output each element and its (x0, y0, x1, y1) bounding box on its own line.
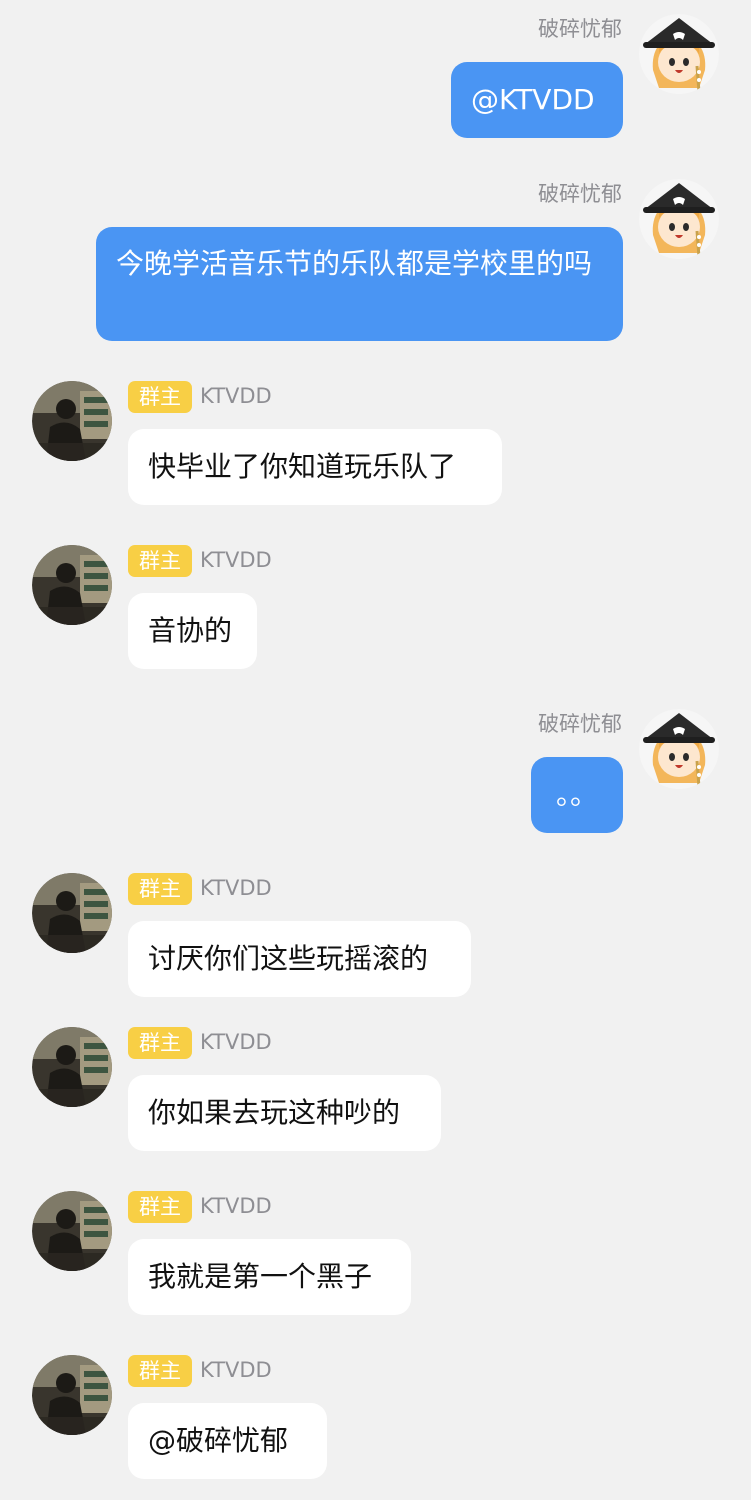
message-bubble[interactable]: @KTVDD (451, 62, 623, 138)
sender-name: KTVDD (200, 1194, 272, 1218)
message-bubble[interactable]: 我就是第一个黑子 (128, 1239, 411, 1315)
group-owner-badge: 群主 (128, 1027, 192, 1059)
message-text: 我就是第一个黑子 (148, 1260, 373, 1293)
photo-avatar[interactable] (32, 1027, 112, 1107)
message-bubble[interactable]: @破碎忧郁 (128, 1403, 327, 1479)
message-bubble[interactable]: 音协的 (128, 593, 257, 669)
group-owner-badge: 群主 (128, 1355, 192, 1387)
sender-name: KTVDD (200, 1030, 272, 1054)
sender-name: KTVDD (200, 384, 272, 408)
sender-name: 破碎忧郁 (538, 17, 622, 41)
message-bubble[interactable]: 。。 (531, 757, 623, 833)
message-text: @破碎忧郁 (148, 1424, 289, 1457)
chat-message-list[interactable]: 破碎忧郁 @KTVDD 破碎忧郁 今晚学活音乐节的乐队都是学校里的吗 群主 KT… (0, 0, 751, 1500)
sender-name: 破碎忧郁 (538, 182, 622, 206)
photo-avatar[interactable] (32, 1191, 112, 1271)
sender-name: 破碎忧郁 (538, 712, 622, 736)
group-owner-badge: 群主 (128, 545, 192, 577)
anime-girl-avatar[interactable] (639, 14, 719, 94)
sender-name: KTVDD (200, 548, 272, 572)
group-owner-badge: 群主 (128, 381, 192, 413)
group-owner-badge: 群主 (128, 873, 192, 905)
sender-name: KTVDD (200, 1358, 272, 1382)
message-text: 你如果去玩这种吵的 (148, 1096, 401, 1129)
message-text: 音协的 (148, 614, 233, 647)
message-text: 。。 (555, 778, 598, 811)
message-text: 讨厌你们这些玩摇滚的 (148, 942, 429, 975)
message-bubble[interactable]: 今晚学活音乐节的乐队都是学校里的吗 (96, 227, 623, 341)
anime-girl-avatar[interactable] (639, 709, 719, 789)
message-text: 快毕业了你知道玩乐队了 (148, 450, 457, 483)
photo-avatar[interactable] (32, 873, 112, 953)
anime-girl-avatar[interactable] (639, 179, 719, 259)
sender-name: KTVDD (200, 876, 272, 900)
message-bubble[interactable]: 你如果去玩这种吵的 (128, 1075, 441, 1151)
group-owner-badge: 群主 (128, 1191, 192, 1223)
message-text: 今晚学活音乐节的乐队都是学校里的吗 (116, 247, 593, 280)
photo-avatar[interactable] (32, 381, 112, 461)
photo-avatar[interactable] (32, 545, 112, 625)
message-bubble[interactable]: 快毕业了你知道玩乐队了 (128, 429, 502, 505)
message-bubble[interactable]: 讨厌你们这些玩摇滚的 (128, 921, 471, 997)
message-text: @KTVDD (471, 83, 595, 116)
photo-avatar[interactable] (32, 1355, 112, 1435)
